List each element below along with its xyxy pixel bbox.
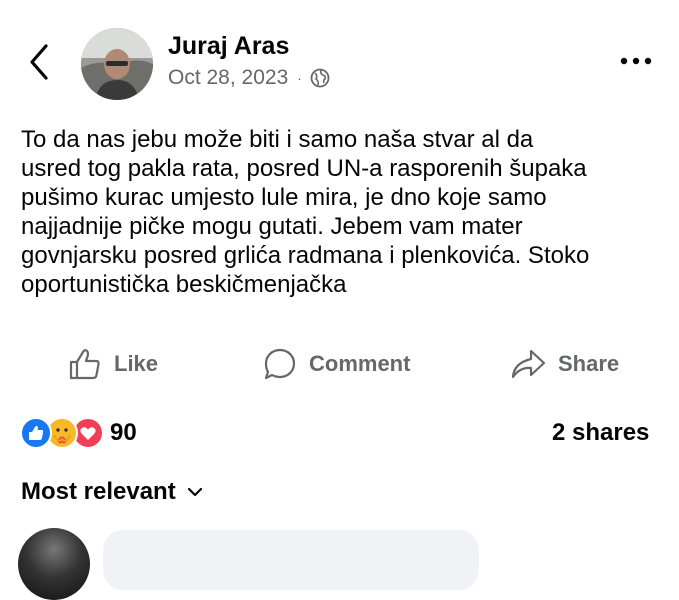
comment-bubble-icon (264, 348, 296, 380)
chevron-down-icon (187, 487, 202, 497)
like-label: Like (114, 351, 159, 376)
share-button[interactable]: Share (510, 341, 619, 387)
post-text-line: govnjarsku posred grlića radmana i plenk… (21, 242, 590, 269)
sort-label: Most relevant (21, 478, 176, 505)
comment-button[interactable]: Comment (263, 341, 410, 387)
comment-bubble[interactable] (103, 530, 479, 590)
meta-separator: · (297, 70, 302, 86)
thumbs-up-icon (69, 349, 100, 380)
share-arrow-icon (511, 349, 546, 379)
post-date[interactable]: Oct 28, 2023 (168, 66, 288, 90)
share-label: Share (558, 351, 620, 376)
more-horizontal-icon (620, 57, 652, 65)
back-button[interactable] (24, 40, 56, 84)
post-meta: Oct 28, 2023 · (168, 66, 330, 90)
reaction-count: 90 (110, 419, 137, 446)
author-name[interactable]: Juraj Aras (168, 32, 289, 61)
post-text-line: oportunistička beskičmenjačka (21, 271, 347, 298)
like-button[interactable]: Like (68, 341, 158, 387)
author-avatar[interactable] (81, 28, 153, 100)
globe-icon (310, 68, 330, 88)
post-text-line: pušimo kurac umjesto lule mira, je dno k… (21, 184, 547, 211)
shares-count[interactable]: 2 shares (552, 419, 649, 447)
more-options-button[interactable] (616, 50, 660, 72)
chevron-left-icon (30, 44, 48, 80)
post-text-line: To da nas jebu može biti i samo naša stv… (21, 126, 534, 153)
post-text: To da nas jebu može biti i samo naša stv… (21, 125, 671, 299)
reactions-summary[interactable]: 90 (20, 417, 137, 449)
comment-label: Comment (309, 351, 411, 376)
post-text-line: najjadnije pičke mogu gutati. Jebem vam … (21, 213, 523, 240)
like-reaction-icon (20, 417, 52, 449)
comments-sort-dropdown[interactable]: Most relevant (21, 478, 204, 506)
commenter-avatar[interactable] (18, 528, 90, 600)
post-text-line: usred tog pakla rata, posred UN-a raspor… (21, 155, 587, 182)
